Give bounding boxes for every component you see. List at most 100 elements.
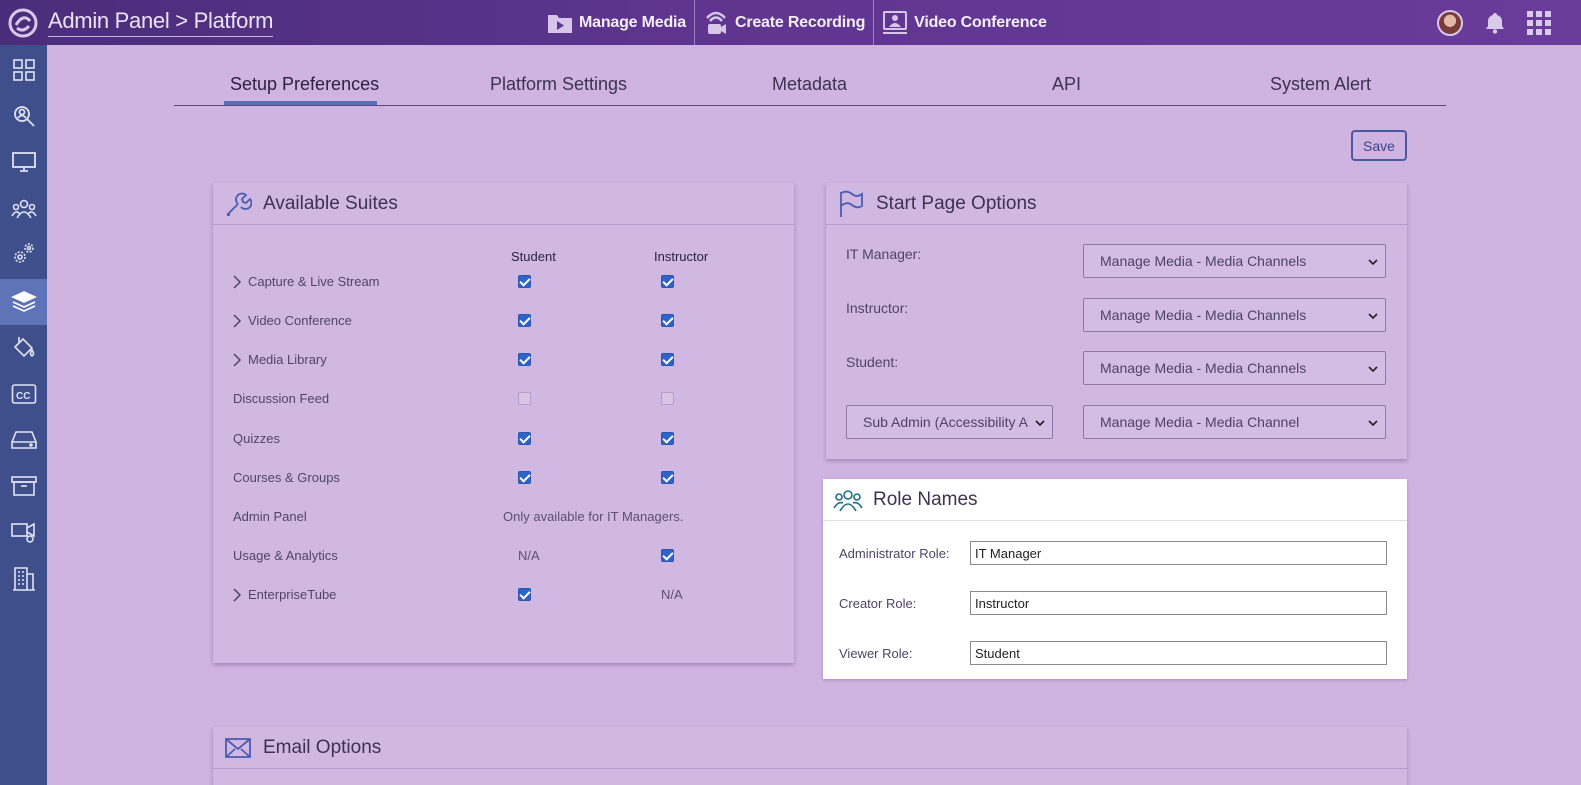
nav-label: Create Recording: [734, 13, 866, 31]
nav-create-recording[interactable]: Create Recording: [701, 0, 873, 45]
chevron-down-icon: [1368, 366, 1378, 373]
chevron-right-icon[interactable]: [231, 274, 243, 290]
chevron-right-icon[interactable]: [231, 352, 243, 368]
tab-metadata[interactable]: Metadata: [772, 74, 847, 95]
start-page-options-panel: Start Page Options IT Manager: Manage Me…: [826, 183, 1407, 459]
chevron-right-icon[interactable]: [231, 587, 243, 603]
nav-label: Video Conference: [914, 13, 1047, 31]
closed-captions-icon[interactable]: CC: [0, 371, 47, 417]
dashboard-icon[interactable]: [0, 47, 47, 93]
sub-admin-role-select[interactable]: Sub Admin (Accessibility A: [846, 405, 1053, 439]
creator-role-input[interactable]: [970, 591, 1387, 615]
suite-row-quizzes: Quizzes: [213, 428, 794, 450]
sub-admin-start-select[interactable]: Manage Media - Media Channel: [1083, 405, 1386, 439]
group-icon[interactable]: [0, 185, 47, 231]
drive-icon[interactable]: [0, 417, 47, 463]
video-conference-icon: [880, 8, 910, 38]
administrator-role-input[interactable]: [970, 541, 1387, 565]
chevron-down-icon: [1368, 313, 1378, 320]
student-checkbox[interactable]: [518, 432, 531, 445]
instructor-checkbox[interactable]: [661, 471, 674, 484]
nav-label: Manage Media: [579, 13, 686, 31]
chevron-down-icon: [1368, 420, 1378, 427]
column-header-instructor: Instructor: [654, 249, 709, 264]
suite-row-video-conference: Video Conference: [213, 310, 794, 332]
select-value: Manage Media - Media Channels: [1100, 360, 1307, 376]
suite-name: EnterpriseTube: [248, 587, 337, 602]
chevron-right-icon[interactable]: [231, 313, 243, 329]
suite-name: Admin Panel: [233, 509, 307, 524]
panel-header: Available Suites: [213, 183, 794, 225]
suite-row-courses-groups: Courses & Groups: [213, 467, 794, 489]
email-options-panel: Email Options: [213, 727, 1407, 785]
nav-video-conference[interactable]: Video Conference: [880, 0, 1055, 45]
suite-name: Usage & Analytics: [233, 548, 338, 563]
envelope-icon: [223, 733, 253, 763]
start-page-label: IT Manager:: [846, 246, 922, 262]
select-value: Manage Media - Media Channels: [1100, 307, 1307, 323]
panel-header: Start Page Options: [826, 183, 1407, 225]
administrator-role-label: Administrator Role:: [839, 546, 950, 561]
instructor-na-text: N/A: [661, 587, 683, 602]
suite-row-admin-panel: Admin Panel Only available for IT Manage…: [213, 506, 794, 528]
recording-icon: [701, 8, 731, 38]
tab-api[interactable]: API: [1052, 74, 1081, 95]
tab-platform-settings[interactable]: Platform Settings: [490, 74, 627, 95]
bell-icon[interactable]: [1483, 11, 1507, 35]
column-header-student: Student: [511, 249, 556, 264]
avatar[interactable]: [1437, 9, 1463, 36]
student-checkbox[interactable]: [518, 471, 531, 484]
panel-header: Role Names: [823, 479, 1407, 521]
student-checkbox[interactable]: [518, 314, 531, 327]
svg-text:CC: CC: [16, 391, 30, 402]
tab-bar: Setup Preferences Platform Settings Meta…: [174, 68, 1446, 106]
page-breadcrumb-title[interactable]: Admin Panel > Platform: [48, 8, 273, 37]
chevron-down-icon: [1368, 259, 1378, 266]
panel-title: Role Names: [873, 488, 978, 510]
settings-gears-icon[interactable]: [0, 231, 47, 277]
student-start-select[interactable]: Manage Media - Media Channels: [1083, 351, 1386, 385]
select-value: Manage Media - Media Channels: [1100, 253, 1307, 269]
student-checkbox[interactable]: [518, 275, 531, 288]
search-users-icon[interactable]: [0, 93, 47, 139]
instructor-checkbox[interactable]: [661, 314, 674, 327]
panel-title: Available Suites: [263, 192, 398, 214]
instructor-checkbox[interactable]: [661, 275, 674, 288]
apps-grid-icon[interactable]: [1527, 10, 1553, 36]
admin-panel-note: Only available for IT Managers.: [503, 509, 684, 524]
suite-name: Capture & Live Stream: [248, 274, 380, 289]
instructor-checkbox[interactable]: [661, 432, 674, 445]
role-names-panel: Role Names Administrator Role: Creator R…: [823, 479, 1407, 679]
suite-row-usage-analytics: Usage & Analytics N/A: [213, 545, 794, 567]
layers-icon[interactable]: [0, 279, 47, 325]
tab-system-alert[interactable]: System Alert: [1270, 74, 1371, 95]
suite-name: Discussion Feed: [233, 391, 330, 406]
student-checkbox[interactable]: [518, 353, 531, 366]
user-controls: [1437, 0, 1581, 45]
save-button[interactable]: Save: [1351, 130, 1407, 161]
suite-row-enterprisetube: EnterpriseTube N/A: [213, 584, 794, 606]
it-manager-start-select[interactable]: Manage Media - Media Channels: [1083, 244, 1386, 278]
tab-setup-preferences[interactable]: Setup Preferences: [230, 74, 379, 95]
nav-manage-media[interactable]: Manage Media: [545, 0, 694, 45]
building-icon[interactable]: [0, 555, 47, 601]
instructor-checkbox[interactable]: [661, 353, 674, 366]
start-page-label: Student:: [846, 354, 899, 370]
available-suites-panel: Available Suites Student Instructor Capt…: [213, 183, 794, 663]
top-nav: Manage Media Create Recording Video Conf…: [545, 0, 1055, 45]
student-checkbox[interactable]: [518, 588, 531, 601]
instructor-checkbox[interactable]: [661, 549, 674, 562]
instructor-start-select[interactable]: Manage Media - Media Channels: [1083, 298, 1386, 332]
sidebar: CC: [0, 45, 47, 785]
suite-row-discussion-feed: Discussion Feed: [213, 388, 794, 410]
logo-icon[interactable]: [6, 6, 40, 40]
monitor-icon[interactable]: [0, 139, 47, 185]
panel-header: Email Options: [213, 727, 1407, 769]
archive-icon[interactable]: [0, 463, 47, 509]
flag-icon: [836, 189, 866, 219]
panel-title: Email Options: [263, 736, 382, 758]
paint-bucket-icon[interactable]: [0, 325, 47, 371]
video-settings-icon[interactable]: [0, 509, 47, 555]
viewer-role-input[interactable]: [970, 641, 1387, 665]
student-na-text: N/A: [518, 548, 540, 563]
